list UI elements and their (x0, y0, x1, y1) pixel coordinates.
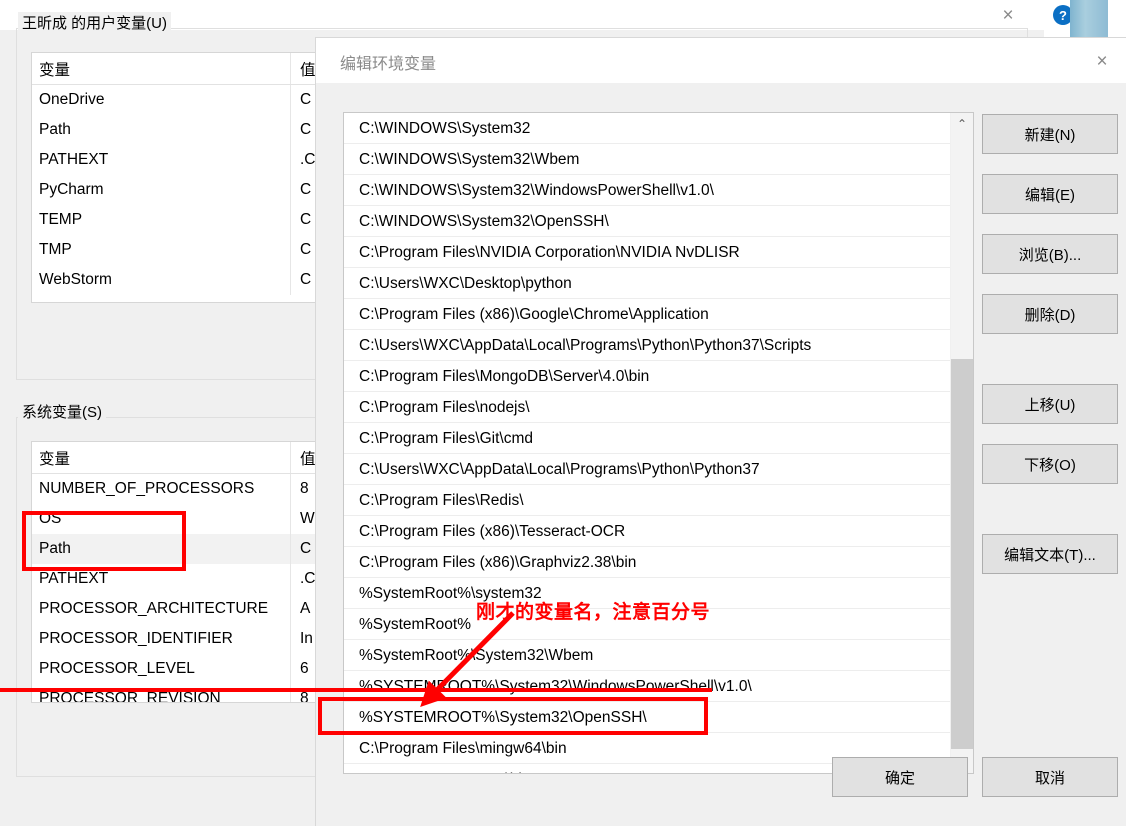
variable-name: Path (39, 121, 71, 138)
new-button[interactable]: 新建(N) (982, 114, 1118, 154)
list-item[interactable]: C:\Program Files (x86)\Graphviz2.38\bin (344, 547, 950, 578)
edit-environment-variable-dialog: 编辑环境变量 × C:\WINDOWS\System32 C:\WINDOWS\… (316, 38, 1126, 826)
list-item[interactable]: C:\Users\WXC\AppData\Local\Programs\Pyth… (344, 454, 950, 485)
edit-text-button[interactable]: 编辑文本(T)... (982, 534, 1118, 574)
list-item[interactable]: %SYSTEMROOT%\System32\WindowsPowerShell\… (344, 671, 950, 702)
variable-name: PROCESSOR_LEVEL (39, 660, 195, 677)
delete-button[interactable]: 删除(D) (982, 294, 1118, 334)
list-item[interactable]: C:\WINDOWS\System32\Wbem (344, 144, 950, 175)
list-item[interactable]: C:\Program Files (x86)\Tesseract-OCR (344, 516, 950, 547)
variable-name: TMP (39, 241, 72, 258)
list-item[interactable]: %SYSTEMROOT%\System32\OpenSSH\ (344, 702, 950, 733)
cancel-button[interactable]: 取消 (982, 757, 1118, 797)
list-item[interactable]: C:\Users\WXC\AppData\Local\Programs\Pyth… (344, 330, 950, 361)
variable-name: OS (39, 510, 62, 527)
list-item[interactable]: C:\Program Files\nodejs\ (344, 392, 950, 423)
close-icon[interactable]: × (985, 0, 1031, 30)
variable-name: NUMBER_OF_PROCESSORS (39, 480, 255, 497)
variable-name: PROCESSOR_IDENTIFIER (39, 630, 233, 647)
variable-name: PROCESSOR_REVISION (39, 690, 221, 703)
annotation-note-text: 刚才的变量名，注意百分号 (476, 602, 711, 623)
list-item[interactable]: C:\WINDOWS\System32\OpenSSH\ (344, 206, 950, 237)
variable-name: PATHEXT (39, 570, 109, 587)
list-item[interactable]: %SystemRoot%\System32\Wbem (344, 640, 950, 671)
column-header-name: 变量 (39, 61, 71, 79)
edit-button[interactable]: 编辑(E) (982, 174, 1118, 214)
list-item[interactable]: C:\Users\WXC\Desktop\python (344, 268, 950, 299)
move-down-button[interactable]: 下移(O) (982, 444, 1118, 484)
variable-name: PROCESSOR_ARCHITECTURE (39, 600, 269, 617)
list-item[interactable]: C:\WINDOWS\System32\WindowsPowerShell\v1… (344, 175, 950, 206)
dialog-title: 编辑环境变量 (340, 56, 437, 73)
list-item[interactable]: C:\WINDOWS\System32 (344, 113, 950, 144)
system-variables-label: 系统变量(S) (18, 401, 106, 422)
variable-name: Path (39, 540, 71, 557)
variable-name: PyCharm (39, 181, 104, 198)
listbox-scrollbar[interactable]: ⌃ ⌄ (950, 113, 973, 773)
close-icon[interactable]: × (1088, 48, 1116, 74)
ok-button[interactable]: 确定 (832, 757, 968, 797)
scroll-up-icon[interactable]: ⌃ (951, 113, 973, 135)
variable-name: OneDrive (39, 91, 105, 108)
path-entries-container: C:\WINDOWS\System32 C:\WINDOWS\System32\… (344, 113, 950, 773)
user-variables-label: 王昕成 的用户变量(U) (18, 12, 171, 33)
list-item[interactable]: C:\Program Files\Redis\ (344, 485, 950, 516)
move-up-button[interactable]: 上移(U) (982, 384, 1118, 424)
list-item[interactable]: C:\Program Files\NVIDIA Corporation\NVID… (344, 237, 950, 268)
list-item[interactable]: C:\Program Files\Git\cmd (344, 423, 950, 454)
variable-name: PATHEXT (39, 151, 109, 168)
path-entries-listbox[interactable]: C:\WINDOWS\System32 C:\WINDOWS\System32\… (343, 112, 974, 774)
scrollbar-thumb[interactable] (951, 359, 973, 749)
list-item[interactable]: C:\Program Files\MongoDB\Server\4.0\bin (344, 361, 950, 392)
variable-name: TEMP (39, 211, 83, 228)
list-item[interactable]: C:\Program Files (x86)\Google\Chrome\App… (344, 299, 950, 330)
variable-name: WebStorm (39, 271, 112, 288)
dialog-titlebar (316, 38, 1126, 83)
column-header-name: 变量 (39, 450, 71, 468)
browse-button[interactable]: 浏览(B)... (982, 234, 1118, 274)
